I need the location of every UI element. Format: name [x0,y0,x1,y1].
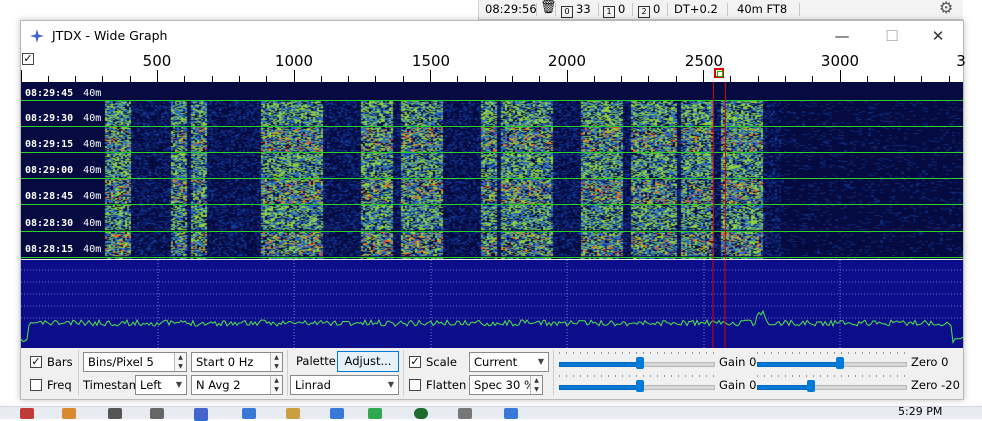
palette-label: Palette [296,354,336,368]
freq-label: Freq [47,378,72,392]
spectrum-gain-slider[interactable] [559,375,715,393]
adjust-button[interactable]: Adjust... [337,351,399,372]
jtdx-star-icon [30,29,44,43]
waterfall-timestamp: 08:28:15 40m [25,244,102,255]
period-separator [21,231,963,232]
taskbar-clock: 5:29 PM [898,405,943,418]
spectrum-zero-label: Zero -20 [911,378,960,392]
start-frequency-spinbox[interactable]: Start 0 Hz ▲ ▼ [191,352,283,372]
flatten-checkbox[interactable] [409,379,421,391]
slider-thumb [636,357,644,369]
taskbar: 5:29 PM [0,405,982,421]
timestamp-combo[interactable]: Left ▼ [135,375,187,395]
taskbar-app-icon[interactable] [150,408,164,419]
period-separator [21,257,963,258]
waterfall-gain-label: Gain 0 [719,355,757,369]
slider-thumb [836,357,844,369]
frequency-scale[interactable]: ✓ 500 1000 1500 2000 2500 3000 3 [21,51,966,83]
period-separator [21,126,963,127]
scale-tick [567,70,568,82]
freq-label-edge: 3 [956,52,966,70]
period-separator [21,204,963,205]
taskbar-app-icon[interactable] [414,408,428,419]
scale-tick [157,70,158,82]
freq-label-2000: 2000 [547,52,587,70]
waterfall-zero-slider[interactable] [757,352,907,370]
scale-tick [703,70,704,82]
n-avg-spinbox[interactable]: N Avg 2 ▲ ▼ [191,375,283,395]
count-0: 0 33 [561,2,591,18]
maximize-button[interactable]: ☐ [877,25,907,47]
tx-marker [714,68,724,78]
tx-frequency-line [725,82,726,259]
waterfall-zero-label: Zero 0 [911,355,949,369]
waterfall-timestamp: 08:28:30 40m [25,218,102,229]
taskbar-app-icon[interactable] [504,408,518,419]
spectrum-gain-label: Gain 0 [719,378,757,392]
waterfall-timestamp: 08:29:45 40m [25,88,102,99]
flatten-label: Flatten [426,378,467,392]
period-separator [21,178,963,179]
period-separator [21,100,963,101]
minimize-button[interactable]: — [827,25,857,47]
freq-label-500: 500 [142,52,172,70]
bars-label: Bars [47,355,73,369]
waterfall-canvas [21,82,963,259]
control-panel: ✓ Bars Freq Bins/Pixel 5 ▲ ▼ Timestamp Lef… [21,348,963,399]
scale-checkbox-control[interactable]: ✓ [409,356,421,368]
taskbar-app-icon[interactable] [286,408,300,419]
taskbar-app-icon[interactable] [108,408,122,419]
waterfall-timestamp: 08:29:30 40m [25,113,102,124]
wide-graph-window: JTDX - Wide Graph — ☐ ✕ ✓ 500 1000 1500 … [20,20,966,400]
waterfall-timestamp: 08:29:00 40m [25,165,102,176]
scale-tick [430,70,431,82]
jtdx-taskbar-icon[interactable] [194,408,208,421]
taskbar-app-icon[interactable] [20,408,34,419]
palette-combo[interactable]: Linrad ▼ [290,375,399,395]
spectrum-trace [21,309,963,344]
waterfall-timestamp: 08:29:15 40m [25,139,102,150]
main-status-strip: 08:29:56 🗑 0 33 10 20 DT+0.2 40m FT8 ⚙ [478,0,963,20]
freq-label-3000: 3000 [820,52,860,70]
scale-tick [294,70,295,82]
spectrum-display[interactable] [21,260,963,348]
spectrum-zero-slider[interactable] [757,375,907,393]
taskbar-app-icon[interactable] [368,408,382,419]
spectrum-type-combo[interactable]: Current ▼ [469,352,549,372]
scale-tick [21,70,22,82]
freq-checkbox[interactable] [30,379,42,391]
utc-time: 08:29:56 [485,2,537,16]
freq-label-1000: 1000 [274,52,314,70]
waterfall-display[interactable]: 08:29:45 40m 08:29:30 40m 08:29:15 40m 08:2… [21,82,963,259]
taskbar-app-icon[interactable] [330,408,344,419]
waterfall-timestamp: 08:28:45 40m [25,191,102,202]
tx-frequency-line [713,82,714,259]
window-title: JTDX - Wide Graph [52,28,168,43]
slider-thumb [807,380,815,392]
close-button[interactable]: ✕ [923,25,953,47]
dt-value: DT+0.2 [674,2,718,16]
slider-thumb [636,380,644,392]
scale-tick [840,70,841,82]
count-1: 10 [603,2,625,18]
count-2: 20 [638,2,660,18]
title-bar[interactable]: JTDX - Wide Graph — ☐ ✕ [21,21,963,51]
band-mode: 40m FT8 [737,2,788,16]
taskbar-app-icon[interactable] [458,408,472,419]
bars-checkbox[interactable]: ✓ [30,356,42,368]
bins-per-pixel-spinbox[interactable]: Bins/Pixel 5 ▲ ▼ [83,352,187,372]
scale-label: Scale [426,355,457,369]
taskbar-app-icon[interactable] [62,408,76,419]
spectrum-graph [21,260,963,348]
waterfall-gain-slider[interactable] [559,352,715,370]
period-separator [21,152,963,153]
taskbar-app-icon[interactable] [242,408,256,419]
spec-percent-spinbox[interactable]: Spec 30 % ▲ ▼ [469,375,543,395]
gear-icon[interactable]: ⚙ [939,0,953,17]
freq-label-1500: 1500 [411,52,451,70]
scale-checkbox[interactable]: ✓ [22,53,34,65]
